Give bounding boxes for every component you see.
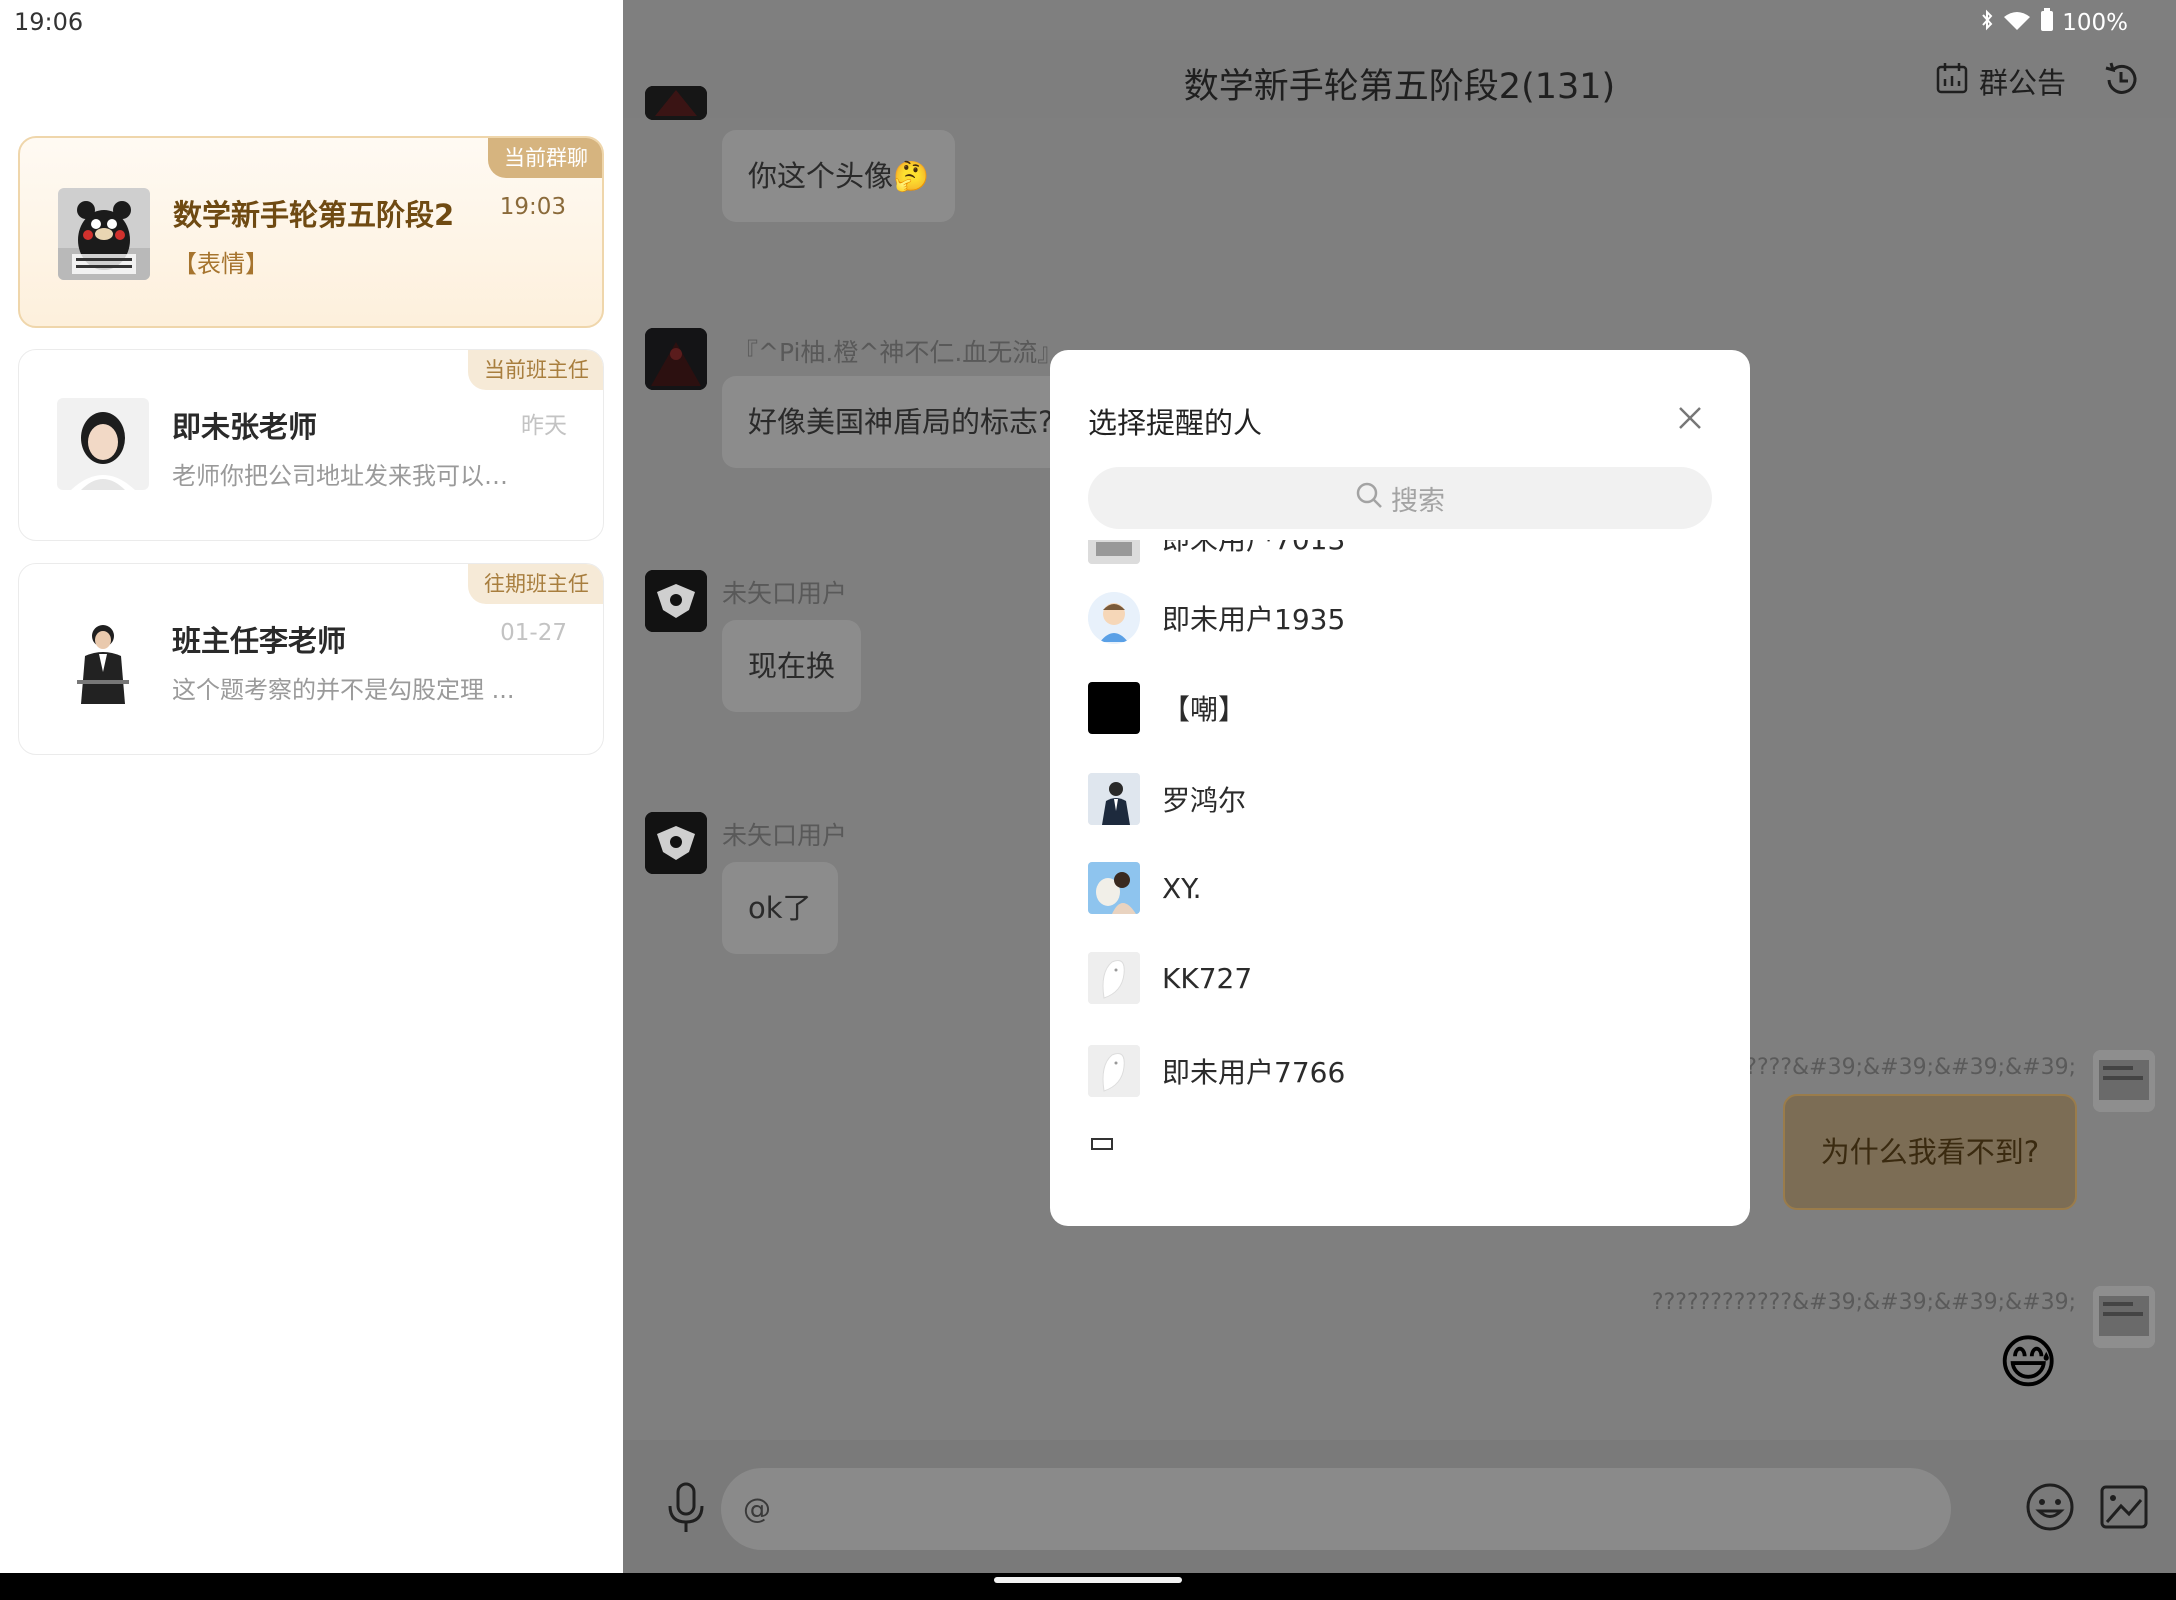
home-indicator[interactable] xyxy=(994,1577,1182,1583)
avatar[interactable] xyxy=(2093,1286,2155,1348)
avatar[interactable] xyxy=(645,812,707,874)
bluetooth-icon xyxy=(1980,9,1994,37)
session-title: 数学新手轮第五阶段2 xyxy=(173,198,455,232)
search-icon xyxy=(1355,481,1383,516)
search-placeholder: 搜索 xyxy=(1391,485,1445,517)
image-icon[interactable] xyxy=(2097,1480,2151,1534)
avatar xyxy=(1088,773,1140,825)
session-tag: 当前班主任 xyxy=(468,350,603,390)
close-icon[interactable] xyxy=(1670,398,1710,438)
session-title: 即未张老师 xyxy=(172,410,318,444)
wifi-icon xyxy=(2002,9,2032,37)
avatar xyxy=(57,612,149,704)
avatar xyxy=(57,398,149,490)
session-item[interactable]: 当前班主任 即未张老师 昨天 老师你把公司地址发来我可以… xyxy=(18,349,604,541)
avatar[interactable] xyxy=(645,570,707,632)
my-message-bubble[interactable]: 为什么我看不到? xyxy=(1783,1094,2077,1210)
session-time: 昨天 xyxy=(521,413,567,439)
dialog-title: 选择提醒的人 xyxy=(1088,406,1263,440)
status-time: 19:06 xyxy=(14,8,84,36)
member-search-input[interactable]: 搜索 xyxy=(1088,467,1712,529)
session-title: 班主任李老师 xyxy=(172,624,347,658)
my-sender-name: ????????????&#39;&#39;&#39;&#39; xyxy=(1651,1290,2076,1315)
group-notice-label: 群公告 xyxy=(1979,66,2067,100)
sender-name: 未矢口用户 xyxy=(722,579,848,608)
message-bubble[interactable]: 现在换 xyxy=(722,620,862,712)
member-item[interactable]: KK727 xyxy=(1088,950,1708,1006)
session-item[interactable]: 当前群聊 数学新手轮第五阶段2 19:03 【表情】 xyxy=(18,136,604,328)
message-bubble[interactable]: ok了 xyxy=(722,862,838,954)
avatar xyxy=(1088,952,1140,1004)
avatar[interactable] xyxy=(645,86,707,120)
message-input[interactable]: @ xyxy=(721,1468,1951,1550)
session-time: 01-27 xyxy=(500,620,567,646)
session-preview: 这个题考察的并不是勾股定理 ... xyxy=(172,676,515,704)
avatar xyxy=(1088,1045,1140,1097)
sender-name: 未矢口用户 xyxy=(722,821,848,850)
session-time: 19:03 xyxy=(499,194,566,220)
sender-name: 『^Pi柚.橙^神不仁.血无流』 xyxy=(733,338,1063,367)
mention-dialog: 选择提醒的人 搜索 即未用户7013 即未用户1935 xyxy=(1050,350,1750,1226)
session-preview: 老师你把公司地址发来我可以… xyxy=(172,462,508,490)
group-notice-button[interactable]: 群公告 xyxy=(1935,60,2066,102)
battery-level: 100% xyxy=(2062,10,2128,36)
member-item[interactable]: XY. xyxy=(1088,860,1708,916)
member-name: 即未用户7766 xyxy=(1162,1056,1346,1089)
member-item[interactable]: 【嘲】 xyxy=(1088,680,1708,736)
session-preview: 【表情】 xyxy=(173,250,269,278)
member-item[interactable]: 即未用户1935 xyxy=(1088,590,1708,646)
avatar xyxy=(1088,862,1140,914)
emoji-icon[interactable] xyxy=(2023,1480,2077,1534)
avatar xyxy=(58,188,150,280)
my-sender-name: ???????&#39;&#39;&#39;&#39; xyxy=(1710,1055,2076,1080)
member-name: XY. xyxy=(1162,871,1202,905)
member-list: 即未用户7013 即未用户1935 【嘲】 罗鸿尔 xyxy=(1050,540,1750,1165)
avatar xyxy=(1088,540,1140,564)
battery-icon xyxy=(2040,8,2054,38)
avatar xyxy=(1088,682,1140,734)
member-item[interactable]: 即未用户7766 xyxy=(1088,1043,1708,1099)
session-item[interactable]: 往期班主任 班主任李老师 01-27 这个题考察的并不是勾股定理 ... xyxy=(18,563,604,755)
microphone-icon[interactable] xyxy=(659,1480,713,1534)
history-icon[interactable] xyxy=(2101,60,2141,100)
member-name: 罗鸿尔 xyxy=(1162,784,1247,817)
emoji-message[interactable]: 😅 xyxy=(1998,1328,2058,1396)
session-tag: 往期班主任 xyxy=(468,564,603,604)
member-name: 即未用户1935 xyxy=(1162,603,1346,636)
avatar[interactable] xyxy=(2093,1050,2155,1112)
avatar[interactable] xyxy=(645,328,707,390)
message-bubble[interactable]: 好像美国神盾局的标志? xyxy=(722,376,1080,468)
system-status: 100% xyxy=(1980,8,2128,38)
calendar-icon xyxy=(1935,61,1969,102)
member-item[interactable]: 罗鸿尔 xyxy=(1088,771,1708,827)
member-name: 【嘲】 xyxy=(1162,693,1247,726)
member-item[interactable]: 即未用户7013 xyxy=(1088,540,1708,566)
member-name: KK727 xyxy=(1162,961,1253,995)
message-bubble[interactable]: 你这个头像🤔 xyxy=(722,130,956,222)
member-name: 即未用户7013 xyxy=(1162,540,1345,558)
conversation-sidebar: 19:06 当前群聊 数学新手轮第五阶段2 19:03 【表情】 当前班主任 即… xyxy=(0,0,623,1573)
avatar xyxy=(1088,1135,1140,1165)
session-tag: 当前群聊 xyxy=(488,138,602,178)
navigation-bar xyxy=(0,1573,2176,1600)
avatar xyxy=(1088,592,1140,644)
